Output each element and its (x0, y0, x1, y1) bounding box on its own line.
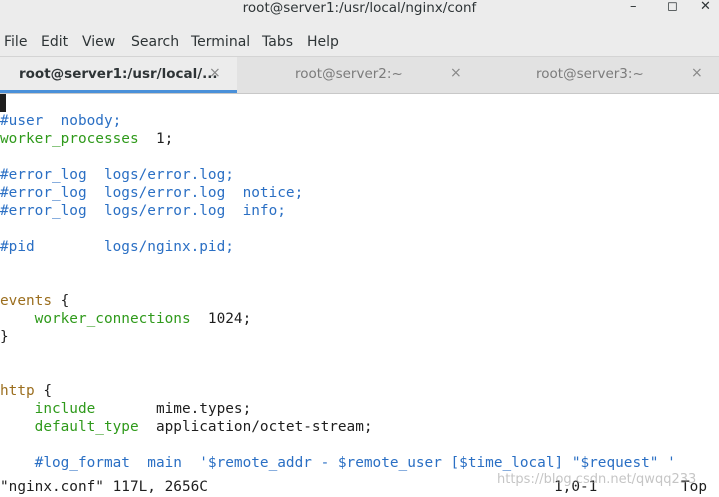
code-line: http { (0, 382, 52, 400)
menu-edit[interactable]: Edit (41, 33, 68, 51)
menu-file[interactable]: File (4, 33, 27, 51)
code-line: include mime.types; (0, 400, 252, 418)
menu-search[interactable]: Search (131, 33, 179, 51)
close-tab-icon[interactable]: × (691, 65, 703, 81)
code-text: mime.types; (95, 401, 252, 417)
code-line: #error_log logs/error.log notice; (0, 184, 303, 202)
maximize-icon[interactable]: ◻ (667, 0, 678, 14)
window-title: root@server1:/usr/local/nginx/conf (242, 0, 477, 16)
menu-view[interactable]: View (82, 33, 115, 51)
menu-terminal[interactable]: Terminal (191, 33, 250, 51)
comment-text: #error_log logs/error.log notice; (0, 185, 304, 201)
vim-status-file: "nginx.conf" 117L, 2656C (0, 479, 208, 495)
code-text: application/octet-stream; (138, 419, 373, 435)
block-keyword: http (0, 383, 35, 399)
text-cursor (0, 94, 6, 112)
code-line: #log_format main '$remote_addr - $remote… (0, 454, 676, 472)
tab-label: root@server2:~ (295, 66, 403, 82)
directive-name: worker_processes (0, 131, 139, 147)
code-text: 1024; (190, 311, 252, 327)
menu-tabs[interactable]: Tabs (262, 33, 293, 51)
tab-server2[interactable]: root@server2:~ × (238, 57, 478, 93)
close-tab-icon[interactable]: × (209, 65, 221, 81)
directive-name: default_type (34, 419, 139, 435)
code-text: 1; (138, 131, 174, 147)
block-keyword: events (0, 293, 52, 309)
code-line: #error_log logs/error.log; (0, 166, 234, 184)
comment-text: #user nobody; (0, 113, 122, 129)
comment-text: #pid logs/nginx.pid; (0, 239, 234, 255)
directive-name: worker_connections (34, 311, 191, 327)
comment-text: #error_log logs/error.log; (0, 167, 234, 183)
code-line: #user nobody; (0, 112, 121, 130)
close-window-icon[interactable]: ✕ (700, 0, 711, 14)
tab-label: root@server1:/usr/local/... (19, 66, 218, 82)
tab-server1[interactable]: root@server1:/usr/local/... × (0, 57, 237, 93)
code-line: worker_connections 1024; (0, 310, 252, 328)
comment-text: #error_log logs/error.log info; (0, 203, 286, 219)
watermark: https://blog.csdn.net/qwqq233 (497, 472, 697, 487)
tab-server3[interactable]: root@server3:~ × (479, 57, 719, 93)
comment-text: #log_format main '$remote_addr - $remote… (34, 455, 676, 471)
minimize-icon[interactable]: – (630, 0, 637, 14)
code-line: #pid logs/nginx.pid; (0, 238, 234, 256)
code-text: } (0, 329, 9, 345)
terminal-area[interactable]: "nginx.conf" 117L, 2656C 1,0-1 Top https… (0, 94, 719, 497)
tab-label: root@server3:~ (536, 66, 644, 82)
menu-help[interactable]: Help (307, 33, 339, 51)
close-tab-icon[interactable]: × (450, 65, 462, 81)
code-line: worker_processes 1; (0, 130, 173, 148)
code-text: { (51, 293, 70, 309)
code-line: } (0, 328, 9, 346)
code-line: default_type application/octet-stream; (0, 418, 373, 436)
directive-name: include (34, 401, 96, 417)
code-line: #error_log logs/error.log info; (0, 202, 286, 220)
code-text: { (34, 383, 52, 399)
window-titlebar: root@server1:/usr/local/nginx/conf – ◻ ✕ (0, 0, 719, 30)
menu-bar: File Edit View Search Terminal Tabs Help (0, 30, 719, 57)
tab-bar: root@server1:/usr/local/... × root@serve… (0, 57, 719, 94)
code-line: events { (0, 292, 69, 310)
